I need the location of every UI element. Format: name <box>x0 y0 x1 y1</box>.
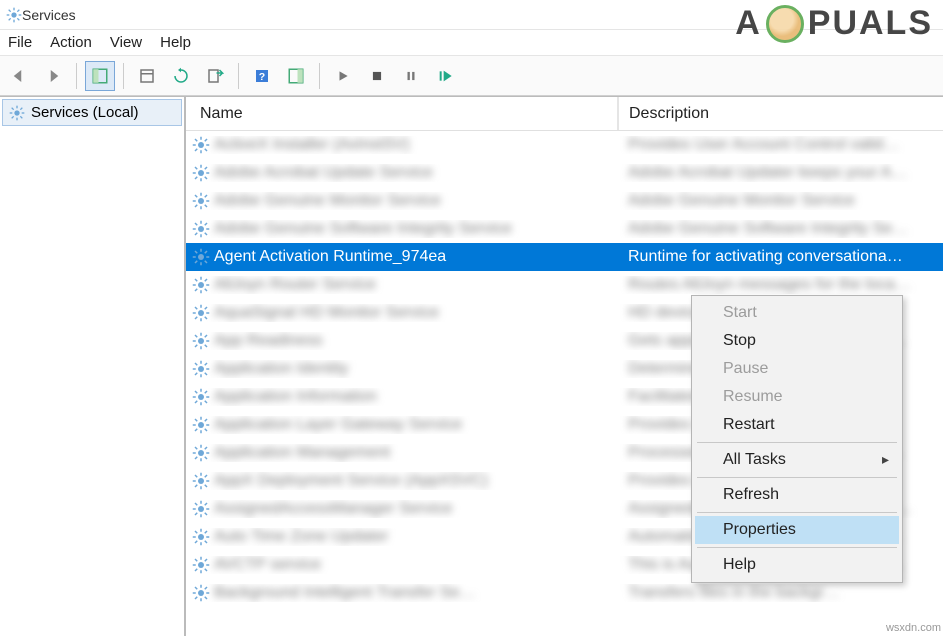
cm-separator <box>697 547 897 548</box>
watermark-avatar-icon <box>766 5 804 43</box>
menu-help[interactable]: Help <box>160 34 191 51</box>
watermark-logo: A PUALS <box>735 4 933 43</box>
service-name: Background Intelligent Transfer Se… <box>214 584 475 602</box>
service-description: Adobe Genuine Monitor Service <box>628 192 855 209</box>
toolbar-separator <box>319 63 320 89</box>
service-name: ActiveX Installer (AxInstSV) <box>214 136 410 154</box>
gear-icon <box>192 164 210 182</box>
cm-help[interactable]: Help <box>695 551 899 579</box>
service-row[interactable]: Adobe Genuine Software Integrity Service… <box>186 215 943 243</box>
refresh-button[interactable] <box>166 61 196 91</box>
help-button[interactable]: ? <box>247 61 277 91</box>
services-icon <box>6 7 22 23</box>
cm-separator <box>697 477 897 478</box>
service-description: Adobe Acrobat Updater keeps your A… <box>628 164 907 181</box>
gear-icon <box>192 584 210 602</box>
svg-text:?: ? <box>259 70 265 82</box>
toolbar-separator <box>238 63 239 89</box>
cm-separator <box>697 442 897 443</box>
column-name[interactable]: Name <box>186 97 618 130</box>
service-name: AVCTP service <box>214 556 321 574</box>
cm-restart[interactable]: Restart <box>695 411 899 439</box>
gear-icon <box>192 276 210 294</box>
cm-properties[interactable]: Properties <box>695 516 899 544</box>
forward-button[interactable] <box>38 61 68 91</box>
gear-icon <box>192 304 210 322</box>
context-menu: Start Stop Pause Resume Restart All Task… <box>691 295 903 583</box>
tree-pane: Services (Local) <box>0 97 186 636</box>
service-name: Application Information <box>214 388 377 406</box>
column-headers: Name Description <box>186 97 943 131</box>
service-description: Adobe Genuine Software Integrity Se… <box>628 220 908 237</box>
gear-icon <box>192 136 210 154</box>
watermark-prefix: A <box>735 4 762 43</box>
gear-icon <box>192 248 210 266</box>
gear-icon <box>192 500 210 518</box>
gear-icon <box>192 192 210 210</box>
cm-refresh[interactable]: Refresh <box>695 481 899 509</box>
show-hide-action-pane-button[interactable] <box>281 61 311 91</box>
gear-icon <box>192 444 210 462</box>
cm-stop[interactable]: Stop <box>695 327 899 355</box>
column-description[interactable]: Description <box>618 97 943 130</box>
menu-action[interactable]: Action <box>50 34 92 51</box>
service-row[interactable]: ActiveX Installer (AxInstSV) Provides Use… <box>186 131 943 159</box>
list-pane: Name Description ActiveX Installer (AxIn… <box>184 97 943 636</box>
toolbar: ? <box>0 56 943 96</box>
service-name: App Readiness <box>214 332 323 350</box>
service-name: Agent Activation Runtime_974ea <box>214 248 446 266</box>
start-service-button[interactable] <box>328 61 358 91</box>
gear-icon <box>192 332 210 350</box>
window-title: Services <box>22 7 76 23</box>
service-description: Runtime for activating conversationa… <box>628 248 903 265</box>
tree-root-label: Services (Local) <box>31 104 139 121</box>
service-name: Application Management <box>214 444 390 462</box>
tree-root-services-local[interactable]: Services (Local) <box>2 99 182 126</box>
service-row[interactable]: Background Intelligent Transfer Se… Trans… <box>186 579 943 607</box>
gear-icon <box>192 388 210 406</box>
service-description: Provides User Account Control valid… <box>628 136 899 153</box>
service-name: Adobe Acrobat Update Service <box>214 164 433 182</box>
service-name: Application Identity <box>214 360 348 378</box>
pause-service-button[interactable] <box>396 61 426 91</box>
service-name: AppX Deployment Service (AppXSVC) <box>214 472 488 490</box>
gear-icon <box>192 360 210 378</box>
gear-icon <box>192 416 210 434</box>
service-description: Routes AllJoyn messages for the loca… <box>628 276 911 293</box>
gear-icon <box>192 472 210 490</box>
service-name: Application Layer Gateway Service <box>214 416 462 434</box>
watermark-suffix: PUALS <box>808 4 933 43</box>
stop-service-button[interactable] <box>362 61 392 91</box>
cm-separator <box>697 512 897 513</box>
service-name: AllJoyn Router Service <box>214 276 376 294</box>
service-description: Transfers files in the backgr… <box>628 584 840 601</box>
service-name: Adobe Genuine Software Integrity Service <box>214 220 512 238</box>
menu-view[interactable]: View <box>110 34 142 51</box>
cm-resume[interactable]: Resume <box>695 383 899 411</box>
service-name: AquaSignal HD Monitor Service <box>214 304 439 322</box>
toolbar-separator <box>76 63 77 89</box>
toolbar-separator <box>123 63 124 89</box>
gear-icon <box>192 556 210 574</box>
export-list-button[interactable] <box>200 61 230 91</box>
back-button[interactable] <box>4 61 34 91</box>
gear-icon <box>9 105 25 121</box>
cm-pause[interactable]: Pause <box>695 355 899 383</box>
show-hide-console-tree-button[interactable] <box>85 61 115 91</box>
service-name: Adobe Genuine Monitor Service <box>214 192 441 210</box>
main-pane: Services (Local) Name Description Active… <box>0 96 943 636</box>
service-row[interactable]: Adobe Acrobat Update Service Adobe Acroba… <box>186 159 943 187</box>
gear-icon <box>192 528 210 546</box>
service-name: Auto Time Zone Updater <box>214 528 388 546</box>
service-row-selected[interactable]: Agent Activation Runtime_974ea Runtime fo… <box>186 243 943 271</box>
menu-file[interactable]: File <box>8 34 32 51</box>
footer-credit: wsxdn.com <box>886 622 941 634</box>
cm-start[interactable]: Start <box>695 299 899 327</box>
cm-all-tasks[interactable]: All Tasks <box>695 446 899 474</box>
service-name: AssignedAccessManager Service <box>214 500 452 518</box>
properties-button[interactable] <box>132 61 162 91</box>
restart-service-button[interactable] <box>430 61 460 91</box>
gear-icon <box>192 220 210 238</box>
service-row[interactable]: Adobe Genuine Monitor Service Adobe Genui… <box>186 187 943 215</box>
